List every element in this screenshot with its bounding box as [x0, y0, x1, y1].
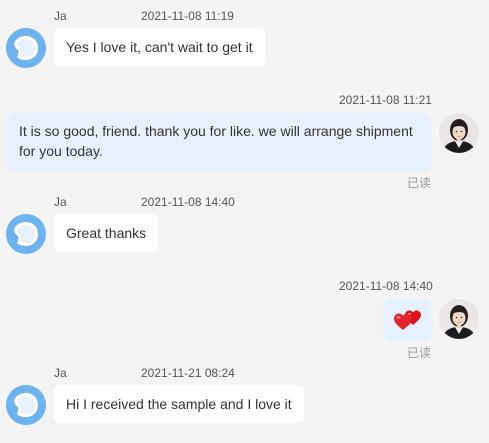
profile-photo-icon	[439, 113, 479, 153]
profile-photo-icon	[439, 299, 479, 339]
contact-avatar[interactable]	[6, 385, 46, 425]
sender-name: Ja	[54, 366, 67, 380]
sender-name: Ja	[54, 9, 67, 23]
message-text: Yes I love it, can't wait to get it	[66, 39, 253, 55]
sticker-bubble[interactable]	[383, 299, 431, 341]
message-bubble[interactable]: Yes I love it, can't wait to get it	[54, 28, 265, 66]
message-timestamp: 2021-11-21 08:24	[141, 366, 235, 380]
chat-bubble-icon	[6, 28, 46, 68]
message-text: Hi I received the sample and I love it	[66, 396, 292, 412]
read-status: 已读	[407, 346, 432, 360]
read-status: 已读	[407, 176, 432, 190]
message-text: Great thanks	[66, 225, 147, 241]
message-timestamp: 2021-11-08 11:19	[141, 9, 234, 23]
message-bubble[interactable]: Hi I received the sample and I love it	[54, 385, 304, 423]
message-timestamp: 2021-11-08 14:40	[141, 195, 235, 209]
message-timestamp: 2021-11-08 11:21	[339, 93, 432, 107]
hearts-icon	[394, 310, 421, 330]
contact-avatar[interactable]	[6, 28, 46, 68]
user-avatar[interactable]	[439, 113, 479, 153]
chat-bubble-icon	[6, 214, 46, 254]
user-avatar[interactable]	[439, 299, 479, 339]
chat-bubble-icon	[6, 385, 46, 425]
message-bubble[interactable]: It is so good, friend. thank you for lik…	[7, 113, 431, 171]
message-timestamp: 2021-11-08 14:40	[339, 279, 433, 293]
message-text: It is so good, friend. thank you for lik…	[19, 123, 413, 159]
contact-avatar[interactable]	[6, 214, 46, 254]
message-bubble[interactable]: Great thanks	[54, 214, 159, 252]
sender-name: Ja	[54, 195, 67, 209]
